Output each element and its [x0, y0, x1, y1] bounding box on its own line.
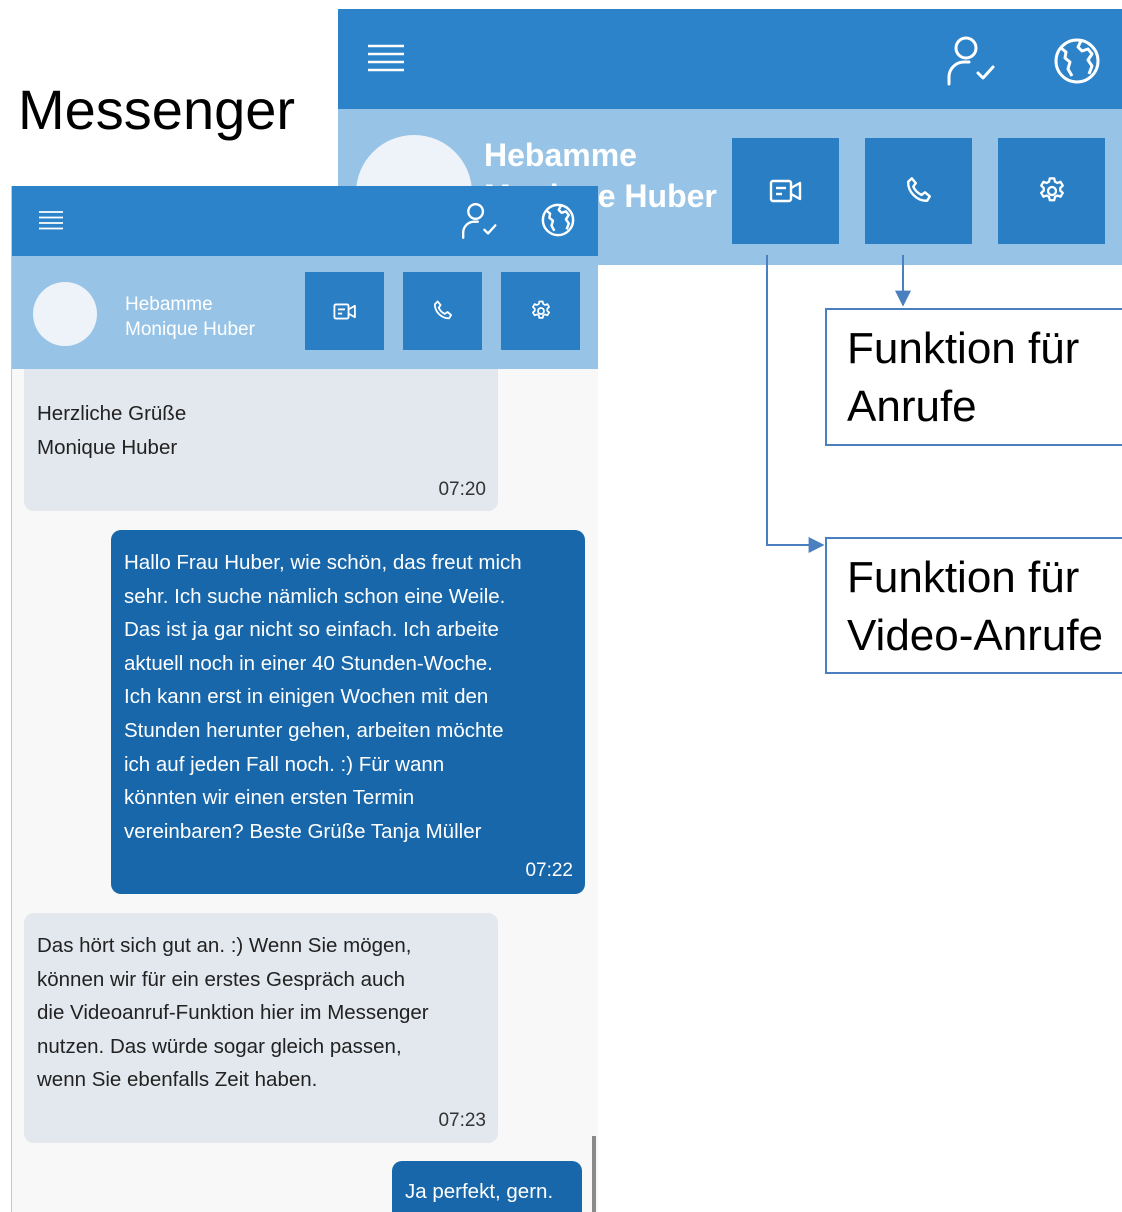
video-connector-arrow	[766, 255, 825, 553]
callout-line: Funktion für	[847, 553, 1080, 602]
callout-line: Funktion für	[847, 324, 1080, 373]
callout-video-calls: Funktion für Video-Anrufe	[825, 537, 1122, 674]
callout-calls: Funktion für Anrufe	[825, 308, 1122, 446]
callout-line: Video-Anrufe	[847, 611, 1104, 661]
callout-line: Anrufe	[847, 382, 977, 432]
